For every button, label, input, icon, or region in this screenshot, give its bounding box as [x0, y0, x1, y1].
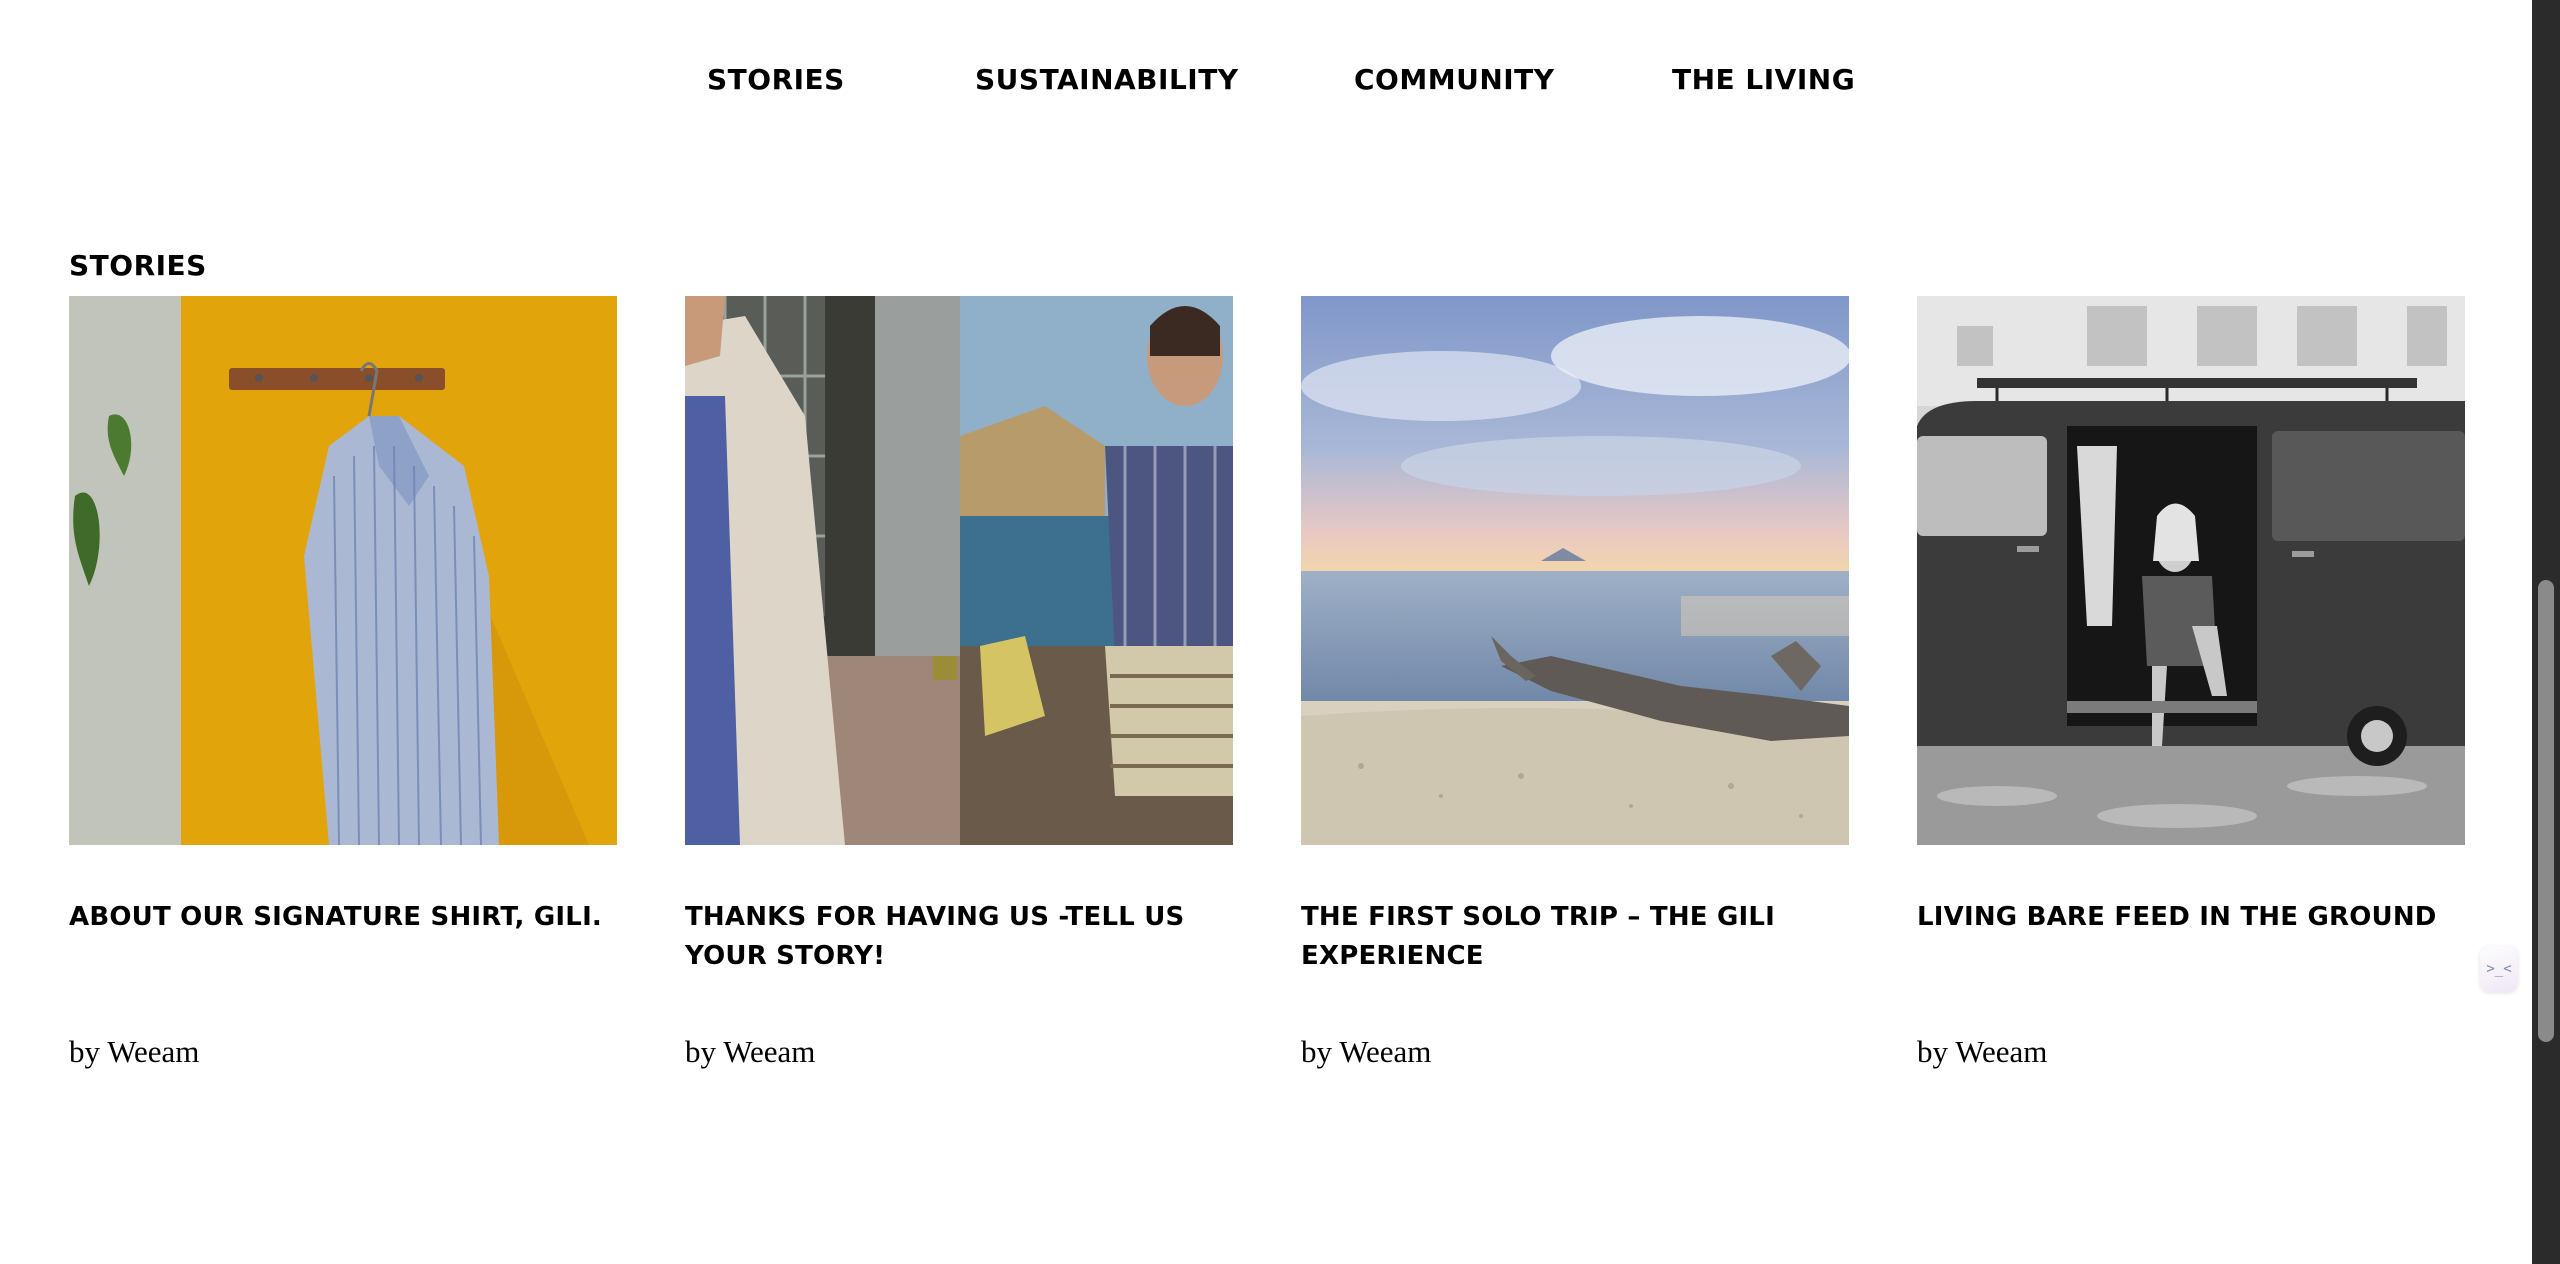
story-author: by Weeam [1301, 1034, 1432, 1069]
chat-assistant-button[interactable]: >_< [2480, 946, 2518, 992]
story-image-tell-us-your-story[interactable] [685, 296, 1233, 845]
story-card[interactable]: ABOUT OUR SIGNATURE SHIRT, GILI. by Weea… [69, 296, 617, 1072]
story-author: by Weeam [685, 1034, 816, 1069]
story-card[interactable]: THANKS FOR HAVING US -TELL US YOUR STORY… [685, 296, 1233, 1072]
nav-link-community[interactable]: COMMUNITY [1354, 58, 1555, 102]
story-title[interactable]: ABOUT OUR SIGNATURE SHIRT, GILI. [69, 898, 617, 976]
story-author: by Weeam [1917, 1034, 2048, 1069]
chat-assistant-icon: >_< [2486, 961, 2512, 977]
nav-link-stories[interactable]: STORIES [707, 58, 845, 102]
story-title[interactable]: LIVING BARE FEED IN THE GROUND [1917, 898, 2465, 976]
story-title[interactable]: THANKS FOR HAVING US -TELL US YOUR STORY… [685, 898, 1233, 976]
nav-link-the-living[interactable]: THE LIVING [1672, 58, 1855, 102]
story-image-signature-shirt[interactable] [69, 296, 617, 845]
section-title: STORIES [69, 249, 207, 282]
main-nav: STORIES SUSTAINABILITY COMMUNITY THE LIV… [0, 58, 2532, 102]
story-image-solo-trip[interactable] [1301, 296, 1849, 845]
page: STORIES SUSTAINABILITY COMMUNITY THE LIV… [0, 0, 2560, 1264]
story-title[interactable]: THE FIRST SOLO TRIP – THE GILI EXPERIENC… [1301, 898, 1849, 976]
story-image-living-bare-feet[interactable] [1917, 296, 2465, 845]
story-card[interactable]: THE FIRST SOLO TRIP – THE GILI EXPERIENC… [1301, 296, 1849, 1072]
nav-link-sustainability[interactable]: SUSTAINABILITY [975, 58, 1239, 102]
story-author: by Weeam [69, 1034, 200, 1069]
scrollbar[interactable] [2532, 0, 2560, 1264]
story-card[interactable]: LIVING BARE FEED IN THE GROUND by Weeam [1917, 296, 2465, 1072]
scrollbar-thumb[interactable] [2538, 580, 2554, 1042]
